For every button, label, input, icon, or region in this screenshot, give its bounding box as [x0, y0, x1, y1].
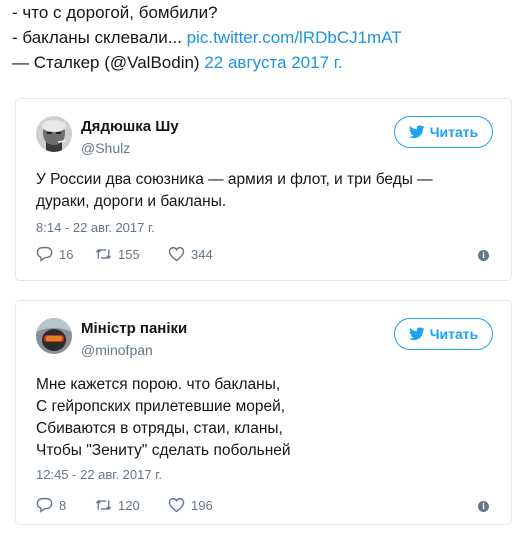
author-name[interactable]: Дядюшка Шу — [81, 118, 179, 135]
like-button[interactable]: 344 — [168, 246, 213, 262]
twitter-bird-icon — [408, 125, 425, 139]
avatar[interactable] — [36, 318, 72, 354]
info-icon[interactable]: i — [478, 501, 489, 512]
retweet-icon — [95, 249, 112, 259]
tweet-card[interactable]: Дядюшка Шу @Shulz Читать У России два со… — [15, 98, 512, 281]
tweet-timestamp[interactable]: 8:14 - 22 авг. 2017 г. — [36, 220, 155, 235]
like-button[interactable]: 196 — [168, 497, 213, 513]
reply-button[interactable]: 16 — [36, 246, 86, 262]
embedded-quote: - что с дорогой, бомбили? - бакланы скле… — [12, 0, 402, 75]
quote-line: - что с дорогой, бомбили? — [12, 3, 218, 22]
twitter-bird-icon — [408, 327, 425, 341]
quote-line: - бакланы склевали... pic.twitter.com/lR… — [12, 28, 402, 47]
retweet-icon — [95, 500, 112, 510]
info-icon[interactable]: i — [478, 250, 489, 261]
follow-button[interactable]: Читать — [394, 318, 493, 350]
follow-label: Читать — [429, 326, 479, 342]
pic-link[interactable]: pic.twitter.com/lRDbCJ1mAT — [187, 28, 402, 47]
follow-label: Читать — [429, 124, 479, 140]
reply-button[interactable]: 8 — [36, 497, 86, 513]
tweet-card[interactable]: Міністр паніки @minofpan Читать Мне каже… — [15, 300, 512, 525]
quote-attribution: — Сталкер (@ValBodin) 22 августа 2017 г. — [12, 53, 343, 72]
retweet-button[interactable]: 155 — [95, 246, 161, 262]
tweet-text: Мне кажется порою. что бакланы, С гейроп… — [36, 376, 291, 459]
date-link[interactable]: 22 августа 2017 г. — [204, 53, 342, 72]
author-handle[interactable]: @Shulz — [81, 140, 130, 156]
author-handle[interactable]: @minofpan — [81, 342, 153, 358]
avatar[interactable] — [36, 116, 72, 152]
heart-icon — [168, 246, 185, 262]
reply-icon — [36, 497, 53, 513]
tweet-actions: 8 120 196 — [36, 497, 213, 513]
retweet-button[interactable]: 120 — [95, 497, 161, 513]
tweet-actions: 16 155 344 — [36, 246, 213, 262]
author-name[interactable]: Міністр паніки — [81, 320, 187, 337]
follow-button[interactable]: Читать — [394, 116, 493, 148]
tweet-text: У России два союзника — армия и флот, и … — [36, 171, 433, 210]
reply-icon — [36, 246, 53, 262]
heart-icon — [168, 497, 185, 513]
tweet-timestamp[interactable]: 12:45 - 22 авг. 2017 г. — [36, 467, 162, 482]
